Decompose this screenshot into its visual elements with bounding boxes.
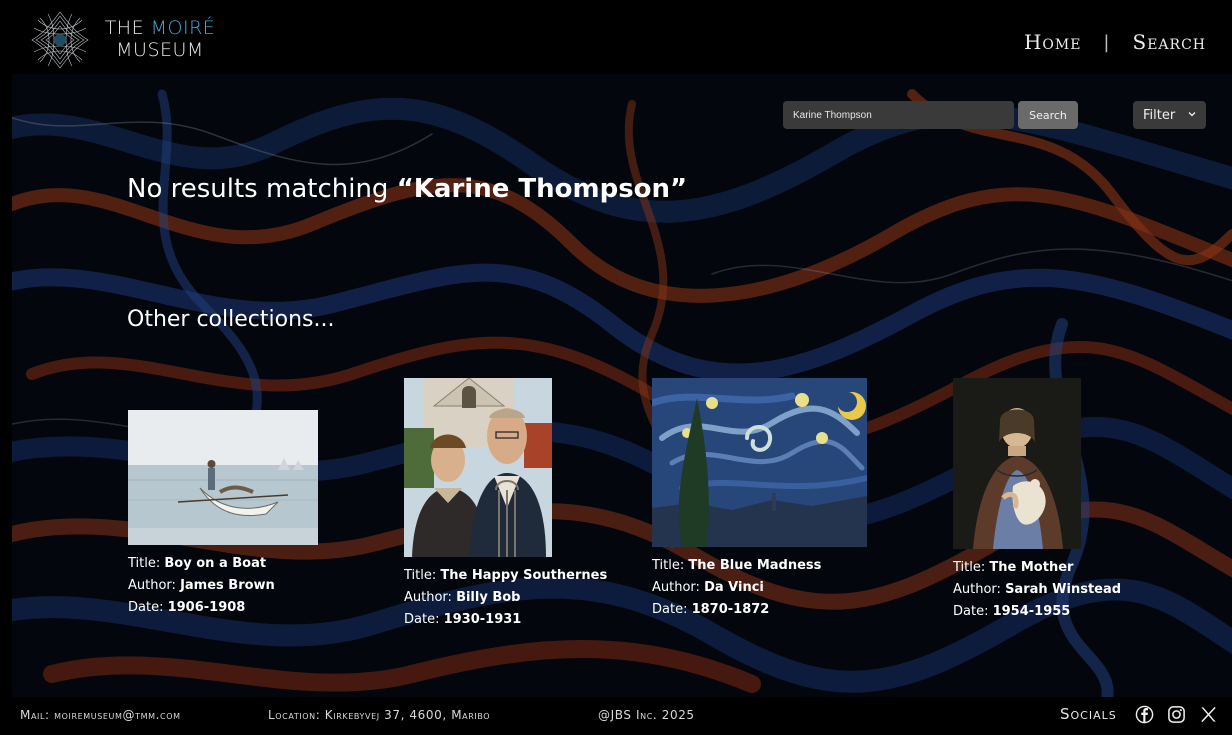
socials-label: Socials [1060, 705, 1117, 723]
author-label: Author: [953, 582, 1001, 597]
title-label: Title: [128, 556, 161, 571]
moire-logo-icon[interactable] [30, 10, 90, 70]
site-footer: Mail: moiremuseum@tmm.com Location: Kirk… [0, 697, 1232, 735]
footer-mail[interactable]: Mail: moiremuseum@tmm.com [20, 708, 181, 722]
site-header: THE MOIRÉ MUSEUM Home | Search [0, 0, 1232, 74]
artwork-date: 1930-1931 [443, 612, 522, 627]
instagram-icon[interactable] [1167, 705, 1186, 724]
other-collections-title: Other collections... [127, 307, 335, 332]
artwork-author: Sarah Winstead [1005, 582, 1122, 597]
logo-line1-accent: MOIRÉ [150, 17, 216, 39]
x-icon[interactable] [1199, 705, 1218, 724]
title-label: Title: [652, 558, 685, 573]
filter-dropdown[interactable]: Filter [1133, 101, 1206, 129]
main-nav: Home | Search [1024, 30, 1206, 54]
artwork-meta: Title: The Mother Author: Sarah Winstead… [953, 557, 1121, 623]
nav-separator: | [1103, 31, 1111, 53]
no-results-prefix: No results matching [127, 174, 389, 204]
artwork-image [652, 378, 867, 547]
date-label: Date: [953, 604, 989, 619]
chevron-down-icon [1188, 112, 1196, 117]
artwork-title: The Mother [989, 560, 1074, 575]
artwork-date: 1906-1908 [167, 600, 246, 615]
filter-label: Filter [1143, 107, 1176, 123]
artwork-title: The Blue Madness [688, 558, 822, 573]
nav-home-link[interactable]: Home [1024, 30, 1081, 54]
artwork-meta: Title: The Happy Southernes Author: Bill… [404, 565, 607, 631]
site-logo-text[interactable]: THE MOIRÉ MUSEUM [100, 17, 220, 61]
artwork-author: Da Vinci [704, 580, 764, 595]
author-label: Author: [404, 590, 452, 605]
no-results-query: “Karine Thompson” [396, 174, 688, 204]
collection-card[interactable]: Title: The Happy Southernes Author: Bill… [404, 378, 607, 631]
artwork-meta: Title: The Blue Madness Author: Da Vinci… [652, 555, 867, 621]
author-label: Author: [128, 578, 176, 593]
author-label: Author: [652, 580, 700, 595]
collection-card[interactable]: Title: The Mother Author: Sarah Winstead… [953, 378, 1121, 623]
main-content: Search Filter No results matching “Karin… [12, 74, 1232, 697]
artwork-author: James Brown [180, 578, 275, 593]
artwork-title: The Happy Southernes [440, 568, 608, 583]
date-label: Date: [404, 612, 440, 627]
date-label: Date: [652, 602, 688, 617]
facebook-icon[interactable] [1135, 705, 1154, 724]
artwork-author: Billy Bob [456, 590, 521, 605]
date-label: Date: [128, 600, 164, 615]
artwork-date: 1870-1872 [691, 602, 770, 617]
title-label: Title: [404, 568, 437, 583]
artwork-image [128, 410, 318, 545]
artwork-meta: Title: Boy on a Boat Author: James Brown… [128, 553, 318, 619]
artwork-image [953, 378, 1081, 549]
artwork-image [404, 378, 552, 557]
artwork-title: Boy on a Boat [164, 556, 267, 571]
logo-line1-prefix: THE [104, 17, 145, 39]
no-results-heading: No results matching “Karine Thompson” [127, 174, 687, 204]
title-label: Title: [953, 560, 986, 575]
collection-card[interactable]: Title: Boy on a Boat Author: James Brown… [128, 410, 318, 619]
search-button[interactable]: Search [1018, 101, 1078, 129]
nav-search-link[interactable]: Search [1133, 30, 1207, 54]
artwork-date: 1954-1955 [992, 604, 1071, 619]
logo-line2: MUSEUM [116, 39, 204, 61]
search-input[interactable] [783, 101, 1014, 129]
footer-location: Location: Kirkebyvej 37, 4600, Maribo [268, 708, 491, 722]
footer-copyright: @JBS Inc. 2025 [598, 708, 695, 722]
collection-card[interactable]: Title: The Blue Madness Author: Da Vinci… [652, 378, 867, 621]
